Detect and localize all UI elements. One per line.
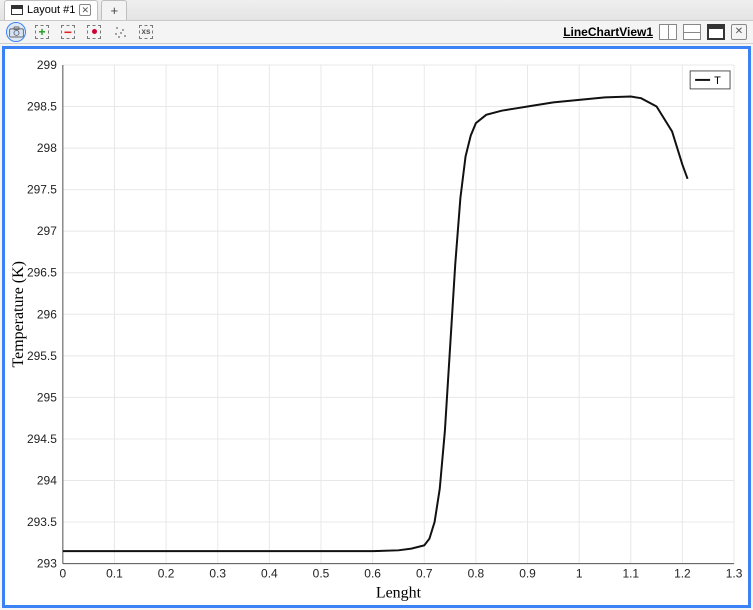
screenshot-button[interactable] xyxy=(6,22,26,42)
y-tick-label: 297 xyxy=(37,224,57,238)
y-tick-label: 299 xyxy=(37,57,57,71)
y-tick-label: 297.5 xyxy=(27,182,57,196)
selection-xs-button[interactable]: xs xyxy=(136,22,156,42)
scatter-icon xyxy=(113,25,127,39)
tab-add-button[interactable]: + xyxy=(101,0,127,20)
selection-add-button[interactable]: + xyxy=(32,22,52,42)
selection-xs-icon: xs xyxy=(139,25,153,39)
x-tick-label: 0.5 xyxy=(313,566,330,580)
x-tick-label: 1 xyxy=(576,566,583,580)
camera-icon xyxy=(9,26,24,38)
x-tick-label: 0.1 xyxy=(106,566,123,580)
view-name-link[interactable]: LineChartView1 xyxy=(563,25,653,39)
split-horizontal-button[interactable] xyxy=(659,24,677,40)
series-line xyxy=(63,96,688,551)
y-axis-label: Temperature (K) xyxy=(10,261,27,367)
selection-remove-icon: − xyxy=(61,25,75,39)
x-tick-label: 1.2 xyxy=(674,566,691,580)
legend-entry: T xyxy=(714,74,721,86)
x-tick-label: 0.8 xyxy=(468,566,485,580)
x-tick-label: 0.7 xyxy=(416,566,433,580)
line-chart: 0 0.1 0.2 0.3 0.4 0.5 0.6 0.7 0.8 0.9 1 1.1 1.2 1.3 29… xyxy=(5,49,748,606)
tab-close-button[interactable]: ✕ xyxy=(79,4,91,16)
x-tick-label: 0.2 xyxy=(158,566,175,580)
tab-label: Layout #1 xyxy=(27,4,75,16)
chart-view[interactable]: 0 0.1 0.2 0.3 0.4 0.5 0.6 0.7 0.8 0.9 1 1.1 1.2 1.3 29… xyxy=(2,46,751,609)
y-tick-label: 298 xyxy=(37,141,57,155)
selection-scatter-button[interactable] xyxy=(110,22,130,42)
x-tick-label: 0.3 xyxy=(209,566,226,580)
maximize-view-button[interactable] xyxy=(707,24,725,40)
close-view-button[interactable]: ✕ xyxy=(731,24,747,40)
y-tick-label: 293 xyxy=(37,556,57,570)
x-tick-label: 0.9 xyxy=(519,566,536,580)
selection-add-icon: + xyxy=(35,25,49,39)
x-tick-label: 0.4 xyxy=(261,566,278,580)
tab-bar: Layout #1 ✕ + xyxy=(0,0,753,21)
y-tick-label: 296.5 xyxy=(27,265,57,279)
x-tick-label: 0.6 xyxy=(364,566,381,580)
selection-point-icon xyxy=(87,25,101,39)
layout-icon xyxy=(11,5,23,15)
view-toolbar: + − xs LineChartView1 ✕ xyxy=(0,21,753,44)
x-axis-label: Lenght xyxy=(376,584,422,601)
selection-point-button[interactable] xyxy=(84,22,104,42)
split-vertical-button[interactable] xyxy=(683,24,701,40)
tab-layout-1[interactable]: Layout #1 ✕ xyxy=(4,0,98,20)
y-tick-label: 295.5 xyxy=(27,348,57,362)
y-tick-label: 294.5 xyxy=(27,431,57,445)
y-tick-label: 295 xyxy=(37,390,57,404)
selection-remove-button[interactable]: − xyxy=(58,22,78,42)
y-tick-label: 298.5 xyxy=(27,99,57,113)
y-tick-label: 296 xyxy=(37,307,57,321)
y-tick-label: 294 xyxy=(37,473,57,487)
x-tick-label: 1.3 xyxy=(726,566,743,580)
x-tick-label: 1.1 xyxy=(622,566,639,580)
x-tick-label: 0 xyxy=(60,566,67,580)
y-tick-label: 293.5 xyxy=(27,515,57,529)
